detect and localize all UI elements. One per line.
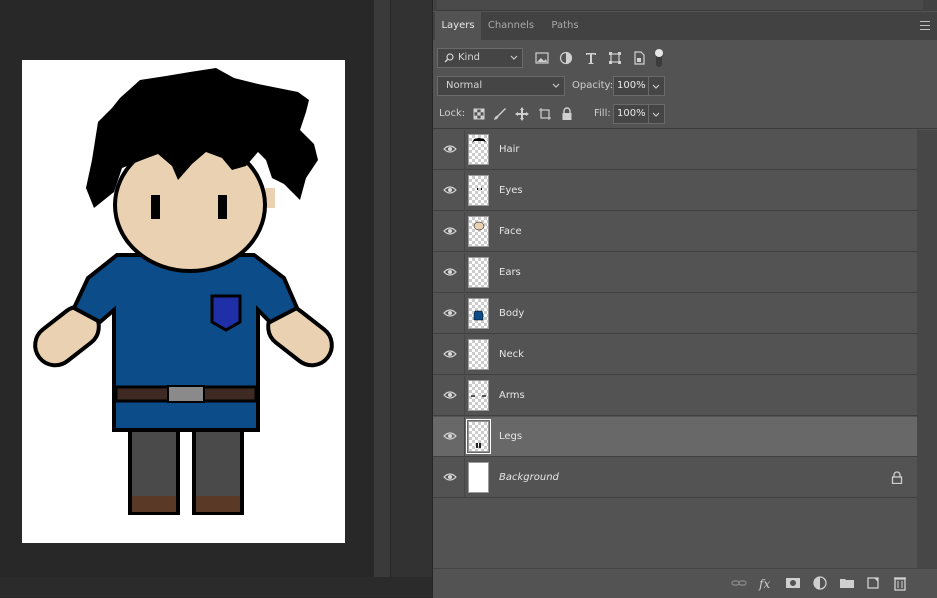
belt: [114, 385, 258, 403]
blend-mode-value: Normal: [446, 80, 483, 91]
filter-row: Kind: [433, 44, 937, 72]
chevron-down-icon: [652, 112, 660, 117]
opacity-input[interactable]: 100%: [613, 76, 649, 96]
lock-row: Lock: Fill: 100%: [433, 104, 937, 126]
shirt-pocket: [210, 294, 242, 332]
layer-row-legs[interactable]: Legs: [433, 417, 917, 457]
eye-icon[interactable]: [443, 185, 457, 195]
group-folder-icon[interactable]: [839, 575, 855, 591]
eye-icon[interactable]: [443, 308, 457, 318]
fill-value: 100%: [617, 108, 646, 119]
lock-all-icon[interactable]: [560, 107, 574, 121]
chevron-down-icon: [652, 84, 660, 89]
search-icon: [444, 53, 454, 63]
adjustment-layer-icon[interactable]: [812, 575, 828, 591]
lock-artboard-icon[interactable]: [538, 107, 552, 121]
canvas-area[interactable]: [0, 0, 374, 577]
blend-mode-dropdown[interactable]: Normal: [437, 76, 565, 96]
eye-icon[interactable]: [443, 431, 457, 441]
layer-name[interactable]: Face: [499, 226, 522, 237]
blend-row: Normal Opacity: 100%: [433, 76, 937, 98]
layers-list: Hair Eyes Face Ears Body Neck Arms Legs …: [433, 130, 917, 568]
opacity-value: 100%: [617, 80, 646, 91]
panel-dock-strip: [390, 0, 433, 597]
eye-icon[interactable]: [443, 267, 457, 277]
layer-thumbnail: [468, 339, 489, 370]
layer-name[interactable]: Eyes: [499, 185, 523, 196]
layers-footer: fx: [433, 568, 937, 598]
layer-name[interactable]: Ears: [499, 267, 521, 278]
kind-filter-dropdown[interactable]: Kind: [437, 48, 523, 68]
divider: [433, 128, 937, 129]
layer-row-face[interactable]: Face: [433, 212, 917, 252]
tab-layers[interactable]: Layers: [435, 12, 481, 40]
lock-image-icon[interactable]: [493, 107, 507, 121]
fx-icon[interactable]: fx: [758, 575, 774, 591]
layer-name[interactable]: Legs: [499, 431, 522, 442]
chevron-down-icon: [510, 55, 518, 60]
layer-row-eyes[interactable]: Eyes: [433, 171, 917, 211]
fill-dropdown[interactable]: [649, 104, 665, 124]
chevron-down-icon: [552, 83, 560, 88]
svg-text:fx: fx: [758, 577, 770, 591]
document-canvas[interactable]: [22, 60, 345, 543]
layer-row-background[interactable]: Background: [433, 458, 917, 498]
layers-panel: Layers Channels Paths Kind Normal Opacit…: [432, 0, 937, 598]
shirt: [71, 253, 300, 432]
eye-icon[interactable]: [443, 472, 457, 482]
shape-filter-icon[interactable]: [608, 51, 622, 65]
layer-row-body[interactable]: Body: [433, 294, 917, 334]
layer-name[interactable]: Background: [499, 472, 559, 483]
fill-input[interactable]: 100%: [613, 104, 649, 124]
panel-tabs: Layers Channels Paths: [433, 12, 937, 40]
image-filter-icon[interactable]: [535, 51, 549, 65]
panel-header-strip: [433, 0, 937, 11]
layer-name[interactable]: Body: [499, 308, 524, 319]
adjustment-filter-icon[interactable]: [559, 51, 573, 65]
status-bar: [0, 577, 432, 597]
layer-thumbnail: [468, 216, 489, 247]
layer-name[interactable]: Arms: [499, 390, 525, 401]
lock-transparent-icon[interactable]: [472, 107, 486, 121]
smart-object-filter-icon[interactable]: [632, 51, 646, 65]
new-layer-icon[interactable]: [865, 575, 881, 591]
layer-name[interactable]: Hair: [499, 144, 520, 155]
trash-icon[interactable]: [892, 575, 908, 591]
eye-icon[interactable]: [443, 226, 457, 236]
canvas-scrollbar[interactable]: [374, 0, 390, 577]
link-layers-icon[interactable]: [731, 575, 747, 591]
lock-icon[interactable]: [891, 471, 903, 484]
tab-paths[interactable]: Paths: [541, 12, 589, 40]
panel-menu-icon[interactable]: [920, 21, 930, 30]
eye-icon[interactable]: [443, 144, 457, 154]
layer-thumbnail: [468, 134, 489, 165]
layer-thumbnail: [468, 380, 489, 411]
layer-thumbnail: [468, 257, 489, 288]
layer-thumbnail: [466, 419, 491, 454]
opacity-dropdown[interactable]: [649, 76, 665, 96]
layer-thumbnail: [468, 298, 489, 329]
eye-icon[interactable]: [443, 390, 457, 400]
eye-icon[interactable]: [443, 349, 457, 359]
layer-row-hair[interactable]: Hair: [433, 130, 917, 170]
lock-label: Lock:: [439, 108, 466, 119]
layers-scrollbar[interactable]: [917, 130, 937, 568]
kind-label: Kind: [458, 52, 481, 63]
tab-channels[interactable]: Channels: [483, 12, 539, 40]
lock-position-icon[interactable]: [515, 107, 529, 121]
type-filter-icon[interactable]: [584, 51, 598, 65]
layer-row-neck[interactable]: Neck: [433, 335, 917, 375]
layer-thumbnail: [468, 175, 489, 206]
layer-thumbnail: [468, 462, 489, 493]
character-artwork: [33, 68, 334, 515]
layer-mask-icon[interactable]: [785, 575, 801, 591]
fill-label: Fill:: [594, 108, 611, 119]
filter-toggle-icon[interactable]: [654, 47, 664, 69]
layer-name[interactable]: Neck: [499, 349, 524, 360]
layer-row-arms[interactable]: Arms: [433, 376, 917, 416]
opacity-label: Opacity:: [572, 80, 614, 91]
layer-row-ears[interactable]: Ears: [433, 253, 917, 293]
